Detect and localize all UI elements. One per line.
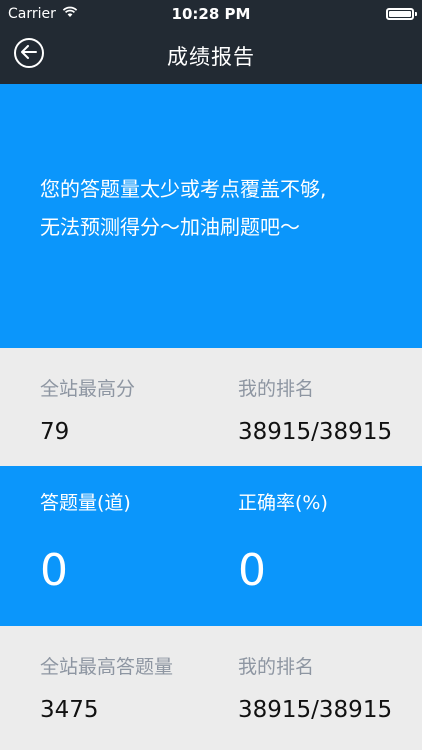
site-top-answered-label: 全站最高答题量 xyxy=(40,656,174,678)
answered-count-cell: 答题量(道) 0 xyxy=(0,466,211,626)
score-prediction-banner: 您的答题量太少或考点覆盖不够, 无法预测得分～加油刷题吧～ xyxy=(0,84,422,348)
site-top-answered-cell: 全站最高答题量 3475 xyxy=(0,626,211,750)
my-answered-rank-label: 我的排名 xyxy=(238,656,315,678)
status-bar: Carrier 10:28 PM xyxy=(0,0,422,28)
page-title: 成绩报告 xyxy=(167,45,255,69)
battery-icon xyxy=(386,8,417,20)
accuracy-cell: 正确率(%) 0 xyxy=(211,466,422,626)
answered-count-value: 0 xyxy=(40,545,68,596)
wifi-icon xyxy=(62,6,78,22)
accuracy-label: 正确率(%) xyxy=(238,492,328,514)
status-left: Carrier xyxy=(8,6,78,22)
site-top-answered-value: 3475 xyxy=(40,697,99,723)
accuracy-value: 0 xyxy=(238,545,266,596)
banner-message-line1: 您的答题量太少或考点覆盖不够, xyxy=(40,177,327,201)
navigation-bar: 成绩报告 xyxy=(0,28,422,84)
my-answered-rank-cell: 我的排名 38915/38915 xyxy=(211,626,422,750)
my-rank-value: 38915/38915 xyxy=(238,419,393,445)
site-top-score-label: 全站最高分 xyxy=(40,378,136,400)
back-button[interactable] xyxy=(14,38,44,68)
answered-count-label: 答题量(道) xyxy=(40,492,131,514)
back-arrow-icon xyxy=(21,44,37,63)
status-right xyxy=(386,8,417,20)
my-answered-rank-value: 38915/38915 xyxy=(238,697,393,723)
my-stats-row: 答题量(道) 0 正确率(%) 0 xyxy=(0,466,422,626)
top-answered-row: 全站最高答题量 3475 我的排名 38915/38915 xyxy=(0,626,422,750)
top-score-row: 全站最高分 79 我的排名 38915/38915 xyxy=(0,348,422,466)
my-rank-label: 我的排名 xyxy=(238,378,315,400)
site-top-score-cell: 全站最高分 79 xyxy=(0,348,211,466)
my-rank-cell: 我的排名 38915/38915 xyxy=(211,348,422,466)
carrier-label: Carrier xyxy=(8,6,56,22)
site-top-score-value: 79 xyxy=(40,419,70,445)
banner-message-line2: 无法预测得分～加油刷题吧～ xyxy=(40,215,300,239)
